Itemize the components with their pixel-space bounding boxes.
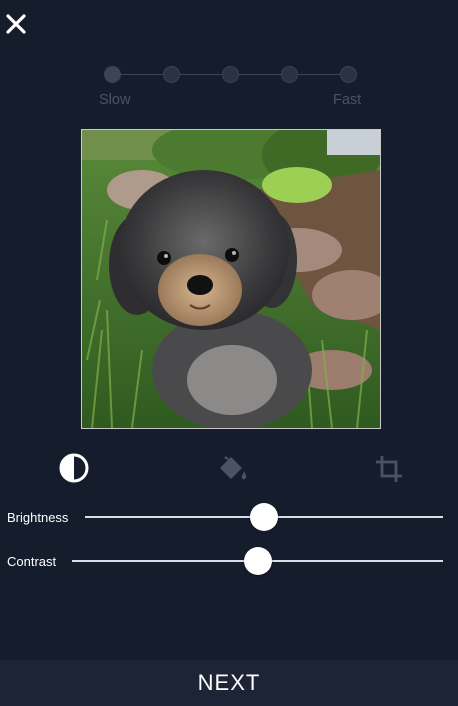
brightness-label: Brightness (7, 510, 69, 525)
speed-step-5[interactable] (340, 66, 357, 83)
next-button-label: NEXT (197, 670, 261, 695)
close-icon (6, 14, 26, 34)
crop-icon (376, 456, 402, 482)
speed-selector[interactable] (100, 62, 366, 86)
speed-step-3[interactable] (222, 66, 239, 83)
contrast-icon (59, 453, 89, 483)
speed-label-fast: Fast (333, 92, 362, 108)
speed-step-1[interactable] (104, 66, 121, 83)
paint-bucket-icon (220, 456, 247, 480)
contrast-label: Contrast (7, 554, 57, 569)
contrast-tool-button[interactable] (58, 452, 90, 484)
fill-tool-button[interactable] (216, 452, 250, 486)
contrast-slider-thumb[interactable] (243, 547, 272, 575)
speed-step-2[interactable] (163, 66, 180, 83)
next-button[interactable]: NEXT (0, 660, 458, 706)
photo-preview (81, 129, 381, 429)
dog-photo (82, 130, 380, 428)
close-button[interactable] (4, 12, 28, 36)
brightness-slider-thumb[interactable] (250, 503, 278, 531)
speed-step-4[interactable] (281, 66, 298, 83)
speed-label-slow: Slow (99, 92, 131, 108)
crop-tool-button[interactable] (374, 454, 404, 484)
